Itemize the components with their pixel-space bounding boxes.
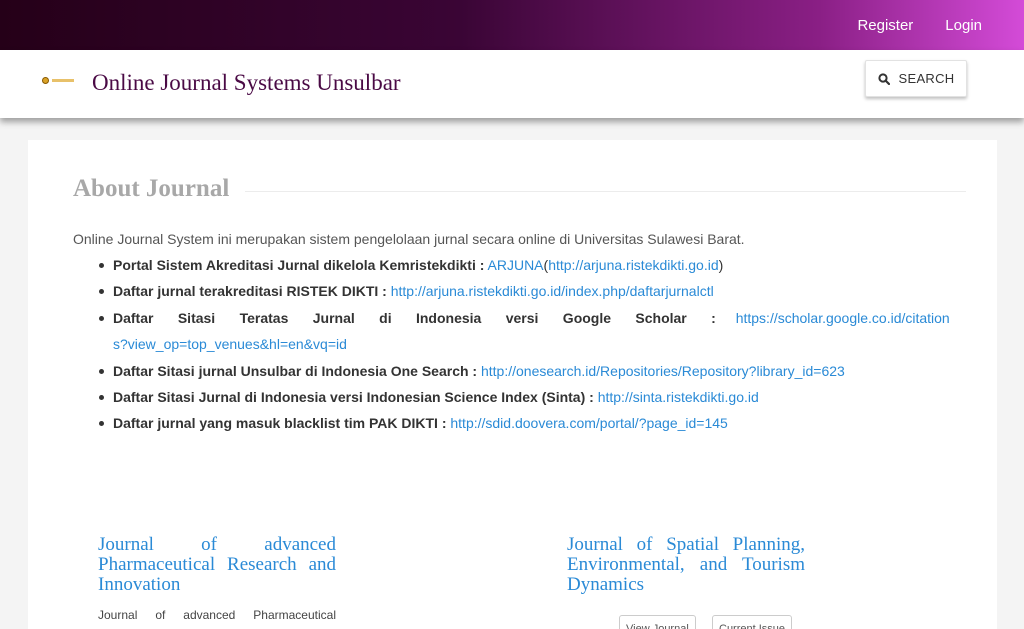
main-content-card: About Journal Online Journal System ini … — [28, 140, 997, 629]
arjuna-link[interactable]: ARJUNA — [488, 257, 544, 273]
search-icon — [877, 72, 890, 85]
view-journal-button[interactable]: View Journal — [619, 615, 696, 629]
site-logo[interactable] — [42, 74, 76, 86]
onesearch-link[interactable]: http://onesearch.id/Repositories/Reposit… — [481, 363, 845, 379]
resource-link-list: Portal Sistem Akreditasi Jurnal dikelola… — [99, 252, 951, 437]
list-item-label: Daftar jurnal yang masuk blacklist tim P… — [113, 415, 447, 432]
login-link[interactable]: Login — [945, 17, 982, 34]
paren-close: ) — [718, 257, 724, 273]
search-button[interactable]: SEARCH — [865, 60, 967, 97]
accredited-journals-link[interactable]: http://arjuna.ristekdikti.go.id/index.ph… — [391, 283, 714, 299]
journal-title-spatial-planning[interactable]: Journal of Spatial Planning, Environment… — [567, 535, 805, 595]
journal-description: Journal of advanced Pharmaceutical — [98, 608, 336, 622]
site-title[interactable]: Online Journal Systems Unsulbar — [92, 70, 401, 96]
list-item: Daftar Sitasi Teratas Jurnal di Indonesi… — [99, 305, 951, 358]
list-item: Daftar Sitasi jurnal Unsulbar di Indones… — [99, 358, 951, 384]
list-item: Portal Sistem Akreditasi Jurnal dikelola… — [99, 252, 951, 278]
current-issue-button[interactable]: Current Issue — [712, 615, 793, 629]
journal-title-pharmaceutical[interactable]: Journal of advanced Pharmaceutical Resea… — [98, 535, 336, 595]
top-navbar: Register Login — [0, 0, 1024, 50]
intro-text: Online Journal System ini merupakan sist… — [73, 231, 745, 247]
site-header: Online Journal Systems Unsulbar SEARCH — [0, 50, 1024, 118]
search-button-label: SEARCH — [898, 71, 955, 86]
list-item: Daftar jurnal yang masuk blacklist tim P… — [99, 410, 951, 436]
list-item-label: Daftar Sitasi Teratas Jurnal di Indonesi… — [113, 309, 716, 326]
list-item: Daftar Sitasi Jurnal di Indonesia versi … — [99, 384, 951, 410]
list-item: Daftar jurnal terakreditasi RISTEK DIKTI… — [99, 278, 951, 304]
register-link[interactable]: Register — [857, 17, 913, 34]
list-item-label: Daftar jurnal terakreditasi RISTEK DIKTI… — [113, 283, 387, 300]
logo-wordmark — [52, 78, 74, 82]
blacklist-link[interactable]: http://sdid.doovera.com/portal/?page_id=… — [450, 415, 727, 431]
sinta-link[interactable]: http://sinta.ristekdikti.go.id — [598, 389, 759, 405]
title-divider — [245, 191, 966, 192]
logo-seal-icon — [42, 76, 49, 84]
arjuna-url-link[interactable]: http://arjuna.ristekdikti.go.id — [548, 257, 718, 273]
list-item-label: Daftar Sitasi jurnal Unsulbar di Indones… — [113, 362, 478, 379]
list-item-label: Daftar Sitasi Jurnal di Indonesia versi … — [113, 389, 594, 406]
list-item-label: Portal Sistem Akreditasi Jurnal dikelola… — [113, 257, 485, 273]
page-title: About Journal — [73, 175, 230, 202]
